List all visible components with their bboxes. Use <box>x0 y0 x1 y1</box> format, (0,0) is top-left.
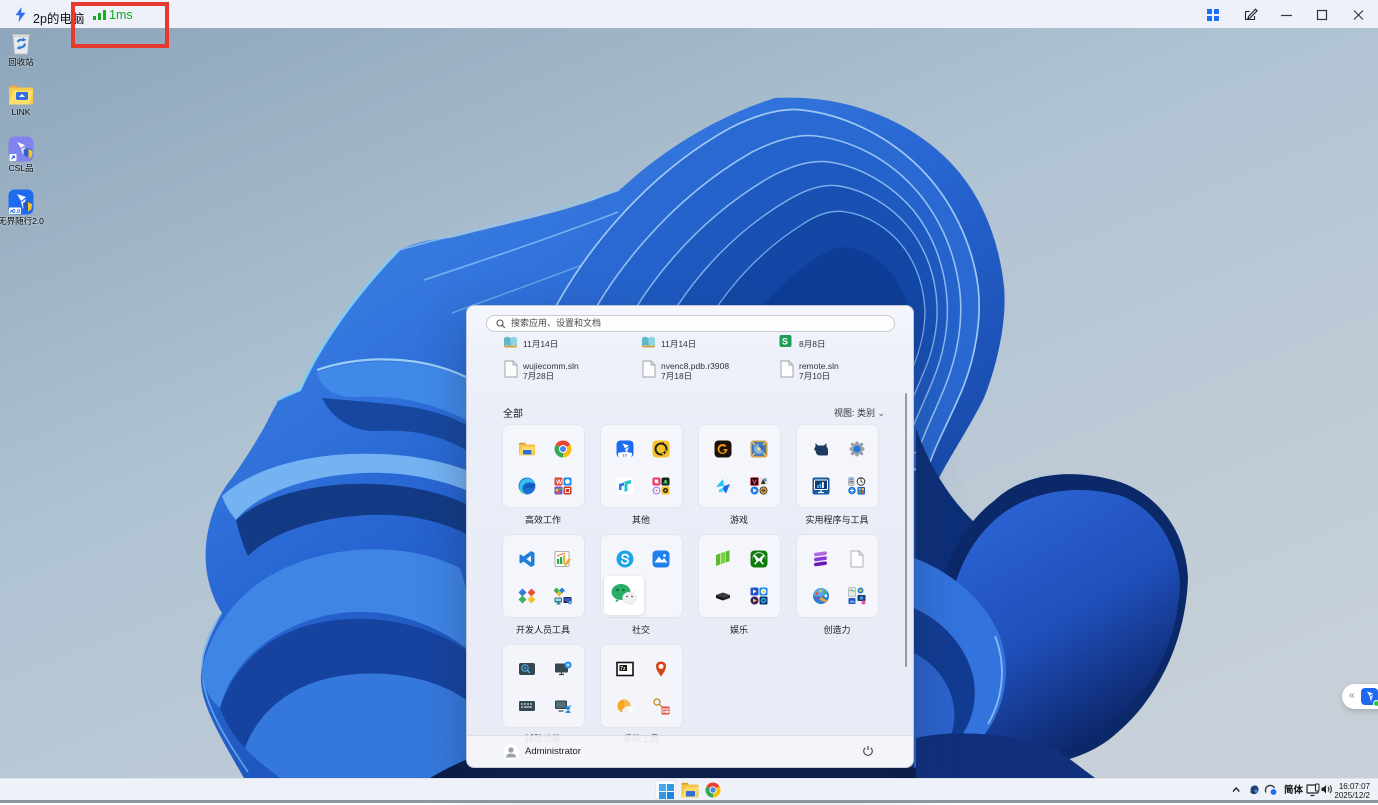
svg-text:W: W <box>556 479 563 486</box>
svg-text:简体: 简体 <box>1284 784 1304 796</box>
svg-text:3.0: 3.0 <box>622 454 627 458</box>
svg-text:S: S <box>782 337 788 347</box>
svg-text:7z: 7z <box>620 666 626 672</box>
svg-text:2.0: 2.0 <box>13 209 21 215</box>
